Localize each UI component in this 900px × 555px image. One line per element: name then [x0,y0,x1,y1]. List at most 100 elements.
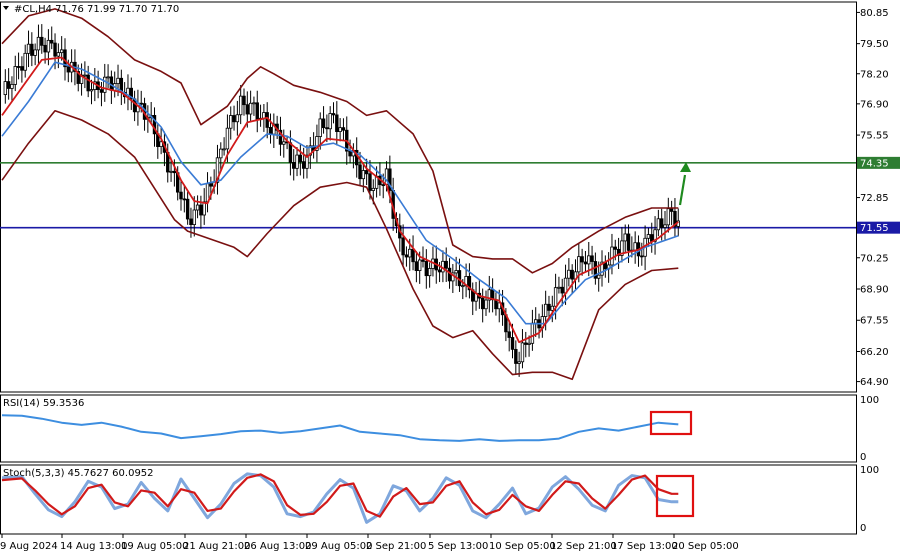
price-axis: 80.85 79.50 78.20 76.90 75.55 74.35 72.85 71.55… [856,8,889,388]
candle-body [364,170,369,175]
candle-body [252,102,256,105]
candle-body [663,224,667,228]
candle-body [331,113,336,116]
candle-body [547,303,551,311]
candle-body [597,274,601,279]
candle-body [292,162,296,169]
candle-body [229,115,233,129]
candle-body [461,285,465,288]
candle-body [189,218,193,226]
candle-body [570,269,574,280]
level-price-label: 74.35 [860,158,889,169]
candle-body [288,142,293,163]
candle-body [321,118,326,129]
time-tick-label: 20 Sep 05:00 [672,541,739,552]
candle-body [447,267,452,282]
price-tick-label: 68.90 [860,285,889,296]
candle-body [590,255,594,262]
trading-chart[interactable]: 80.85 79.50 78.20 76.90 75.55 74.35 72.85 71.55… [0,0,900,555]
candle-body [195,204,200,211]
candle-body [325,127,329,130]
candle-body [242,95,246,106]
candle-body [656,218,661,231]
candle-body [23,52,27,71]
candle-body [20,66,24,71]
candle-body [43,44,47,53]
candle-body [484,299,488,310]
candle-body [106,76,110,79]
candle-body [626,233,631,251]
candle-body [30,43,34,56]
candle-body [298,154,303,163]
candle-body [417,259,422,271]
candle-body [530,322,535,344]
candle-body [179,191,183,200]
candle-body [610,246,614,266]
price-tick-label: 64.90 [860,377,889,388]
time-tick-label: 26 Aug 13:00 [244,541,311,552]
candle-body [219,148,223,159]
candle-body [232,115,236,123]
price-tick-label: 67.55 [860,316,889,327]
candle-body [59,49,64,54]
candle-body [510,337,515,350]
panel-frame [0,1,857,393]
candle-body [524,342,528,345]
candle-body [222,148,226,151]
candle-body [199,204,203,216]
candle-body [520,342,525,363]
candle-body [454,270,458,274]
candle-body [56,52,61,57]
candle-body [583,261,588,265]
candle-body [86,74,90,92]
candle-body [550,305,554,311]
candle-body [650,234,654,242]
price-tick-label: 79.50 [860,39,889,50]
candle-body [567,269,571,279]
price-tick-label: 72.85 [860,193,889,204]
candle-body [192,209,196,226]
candle-body [534,319,538,324]
candle-body [577,256,581,273]
candle-body [421,259,425,262]
candle-body [53,42,57,57]
candle-body [248,102,253,115]
candle-body [427,268,432,277]
candle-body [444,260,448,269]
candle-body [268,127,273,135]
candle-body [543,303,548,317]
chart-title: #CL,H4 71.76 71.99 71.70 71.70 [14,4,179,15]
time-tick-label: 21 Aug 21:00 [183,541,250,552]
candle-body [613,246,617,250]
candle-body [172,170,177,174]
candle-body [295,154,299,169]
candle-body [328,113,332,130]
osc-tick-label: 0 [860,523,866,534]
candle-body [404,254,409,258]
candle-body [185,198,190,220]
candle-body [318,118,322,137]
candle-body [255,102,259,121]
candle-body [235,114,240,123]
candle-body [517,361,521,364]
candle-body [623,233,627,242]
candle-body [659,218,664,228]
candle-body [368,173,372,191]
candle-body [494,299,498,310]
candle-body [646,234,651,239]
candle-body [50,39,54,44]
candle-body [358,164,362,180]
candle-body [103,76,107,93]
candle-body [381,184,385,187]
candle-body [341,127,346,131]
candle-body [245,104,250,115]
time-axis: 9 Aug 2024 14 Aug 13:0019 Aug 05:0021 Aug… [0,534,739,552]
candle-body [301,161,306,169]
candle-body [669,208,674,212]
candle-body [560,286,564,294]
osc-tick-label: 100 [860,465,879,476]
candle-body [411,248,415,263]
time-tick-label: 9 Aug 2024 [0,541,58,552]
time-tick-label: 14 Aug 13:00 [60,541,127,552]
time-tick-label: 10 Sep 05:00 [489,541,556,552]
